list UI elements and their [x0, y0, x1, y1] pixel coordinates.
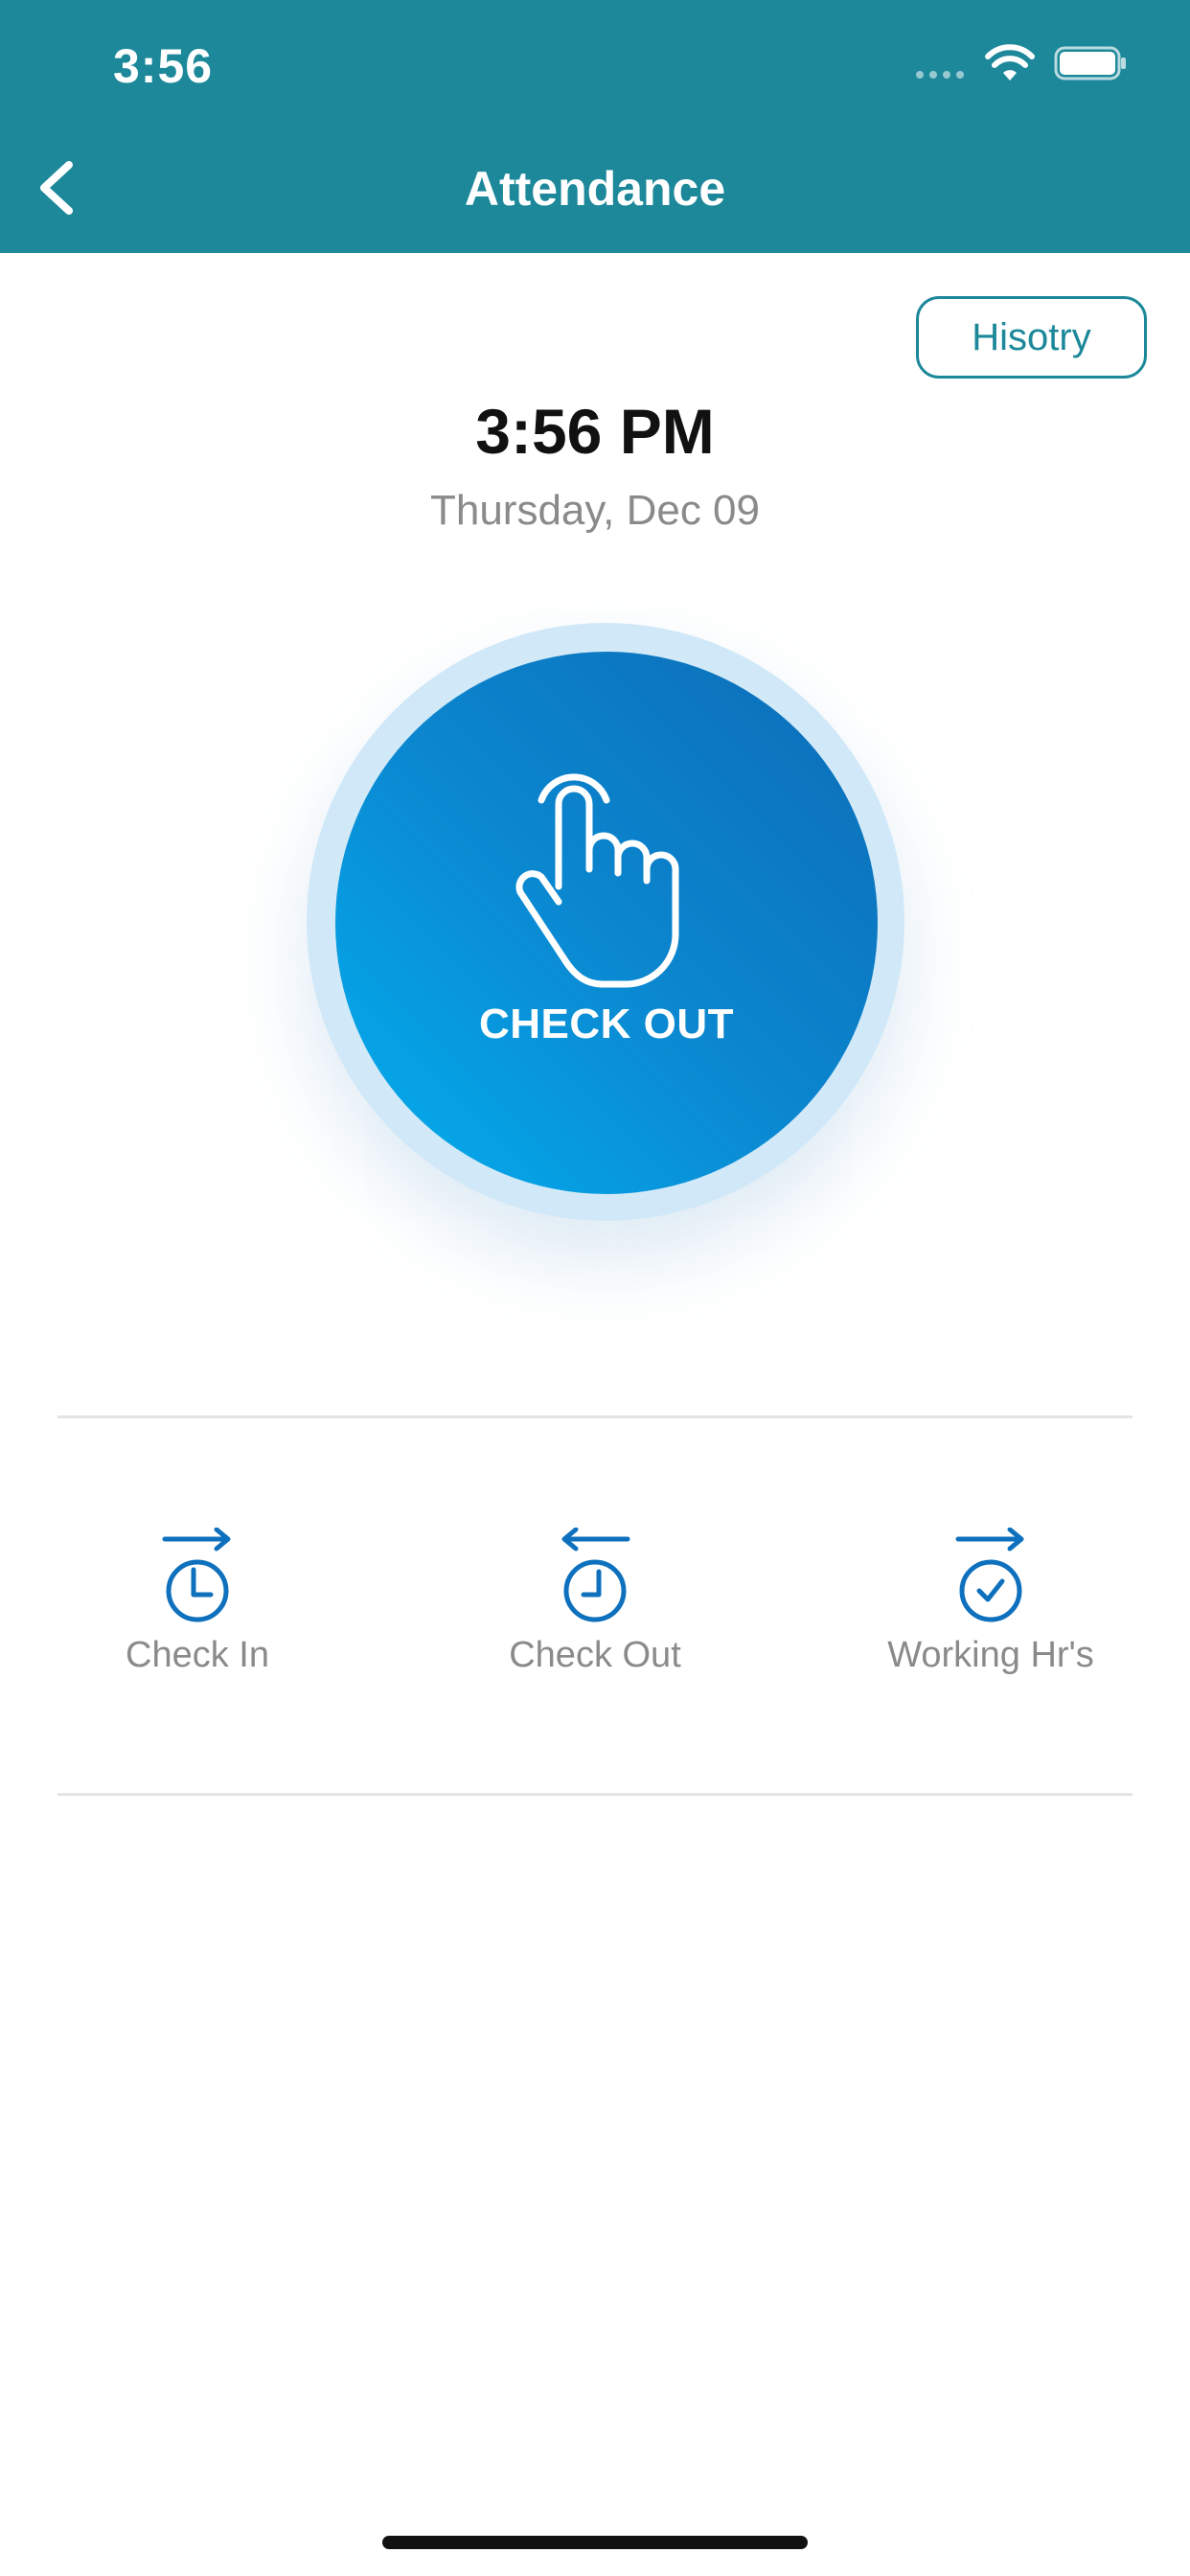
page-title: Attendance	[464, 162, 726, 216]
stat-check-in: Check In	[54, 1528, 341, 1676]
current-time: 3:56 PM	[475, 396, 715, 467]
check-out-button-label: CHECK OUT	[478, 1000, 735, 1047]
check-in-clock-icon	[162, 1528, 231, 1622]
status-bar-time: 3:56	[113, 39, 214, 93]
divider-bottom	[57, 1793, 1133, 1796]
stat-working-hours: Working Hr's	[847, 1528, 1134, 1676]
check-out-clock-icon	[561, 1528, 630, 1622]
divider-top	[57, 1415, 1133, 1418]
battery-icon	[1054, 46, 1126, 80]
stat-check-out: Check Out	[451, 1528, 739, 1676]
app-header: 3:56 Attendance	[0, 0, 1190, 253]
home-indicator[interactable]	[382, 2536, 808, 2549]
stat-working-hours-label: Working Hr's	[887, 1635, 1094, 1675]
tap-hand-icon	[515, 773, 679, 988]
stat-check-in-label: Check In	[126, 1635, 269, 1675]
current-date: Thursday, Dec 09	[429, 487, 760, 534]
wifi-icon	[985, 44, 1035, 80]
cellular-signal-icon	[916, 71, 964, 79]
history-button[interactable]: Hisotry	[916, 296, 1147, 379]
working-hours-clock-icon	[955, 1528, 1024, 1622]
stat-check-out-label: Check Out	[509, 1635, 681, 1675]
